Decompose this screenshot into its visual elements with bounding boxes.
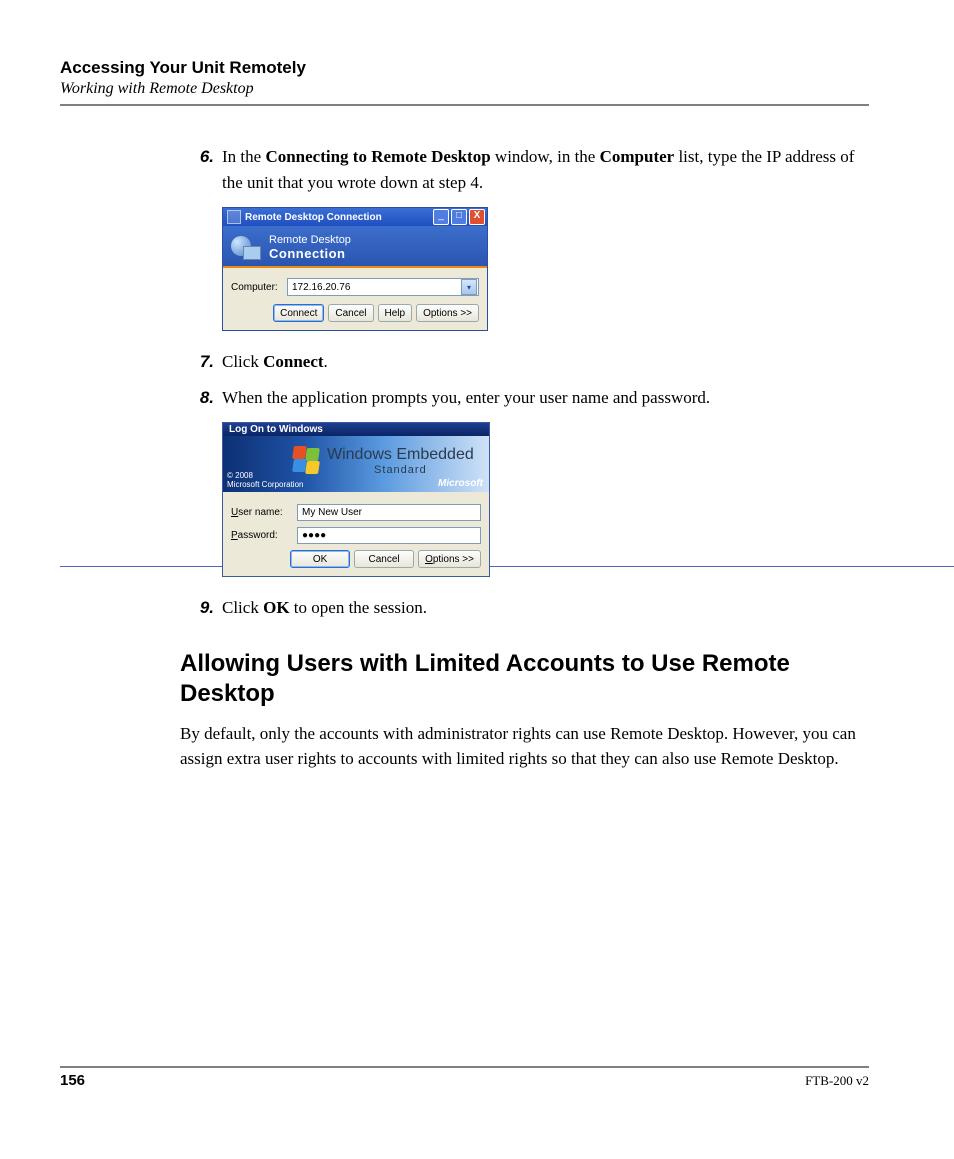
rdc-button-row: Connect Cancel Help Options >>: [231, 304, 479, 322]
bold-text: Computer: [600, 147, 675, 166]
step-9: 9. Click OK to open the session.: [180, 595, 869, 621]
close-button[interactable]: X: [469, 209, 485, 225]
connect-button[interactable]: Connect: [273, 304, 324, 322]
step-8: 8. When the application prompts you, ent…: [180, 385, 869, 411]
minimize-button[interactable]: _: [433, 209, 449, 225]
options-button[interactable]: Options >>: [418, 550, 481, 568]
rdc-titlebar: Remote Desktop Connection _ □ X: [223, 208, 487, 226]
text: In the: [222, 147, 265, 166]
logon-body: User name: My New User Password: ●●●● OK…: [223, 492, 489, 576]
rdc-banner-icon: [231, 232, 261, 262]
text: Click: [222, 598, 263, 617]
step-6: 6. In the Connecting to Remote Desktop w…: [180, 144, 869, 195]
rdc-body: Computer: 172.16.20.76 ▾ Connect Cancel …: [223, 268, 487, 330]
step-number: 7.: [180, 349, 222, 375]
step-body: In the Connecting to Remote Desktop wind…: [222, 144, 869, 195]
figure-logon: Log On to Windows Windows Embedded Stand…: [180, 422, 869, 577]
logon-window: Log On to Windows Windows Embedded Stand…: [222, 422, 490, 577]
copyright-text: © 2008 Microsoft Corporation: [227, 472, 303, 490]
dropdown-arrow-icon[interactable]: ▾: [461, 279, 477, 295]
rdc-title-text: Remote Desktop Connection: [245, 212, 433, 223]
text: to open the session.: [290, 598, 427, 617]
microsoft-brand: Microsoft: [438, 478, 483, 489]
header-subtitle: Working with Remote Desktop: [60, 80, 869, 98]
password-input[interactable]: ●●●●: [297, 527, 481, 544]
computer-value: 172.16.20.76: [292, 282, 350, 293]
logon-banner: Windows Embedded Standard © 2008 Microso…: [223, 436, 489, 492]
password-row: Password: ●●●●: [231, 527, 481, 544]
page-number: 156: [60, 1072, 85, 1089]
monitor-icon: [243, 246, 261, 260]
window-controls: _ □ X: [433, 209, 485, 225]
bold-text: Connecting to Remote Desktop: [265, 147, 490, 166]
username-row: User name: My New User: [231, 504, 481, 521]
text: Click: [222, 352, 263, 371]
cancel-button[interactable]: Cancel: [328, 304, 373, 322]
username-input[interactable]: My New User: [297, 504, 481, 521]
step-7: 7. Click Connect.: [180, 349, 869, 375]
page-footer: 156 FTB-200 v2: [60, 1066, 869, 1089]
rdc-banner-text: Remote Desktop Connection: [269, 234, 351, 261]
product-line2: Standard: [327, 464, 474, 476]
rdc-banner: Remote Desktop Connection: [223, 226, 487, 268]
footer-rule: [60, 1066, 869, 1068]
windows-flag-icon: [293, 446, 321, 474]
computer-row: Computer: 172.16.20.76 ▾: [231, 278, 479, 296]
copyright-line2: Microsoft Corporation: [227, 481, 303, 490]
bold-text: OK: [263, 598, 289, 617]
text: .: [324, 352, 328, 371]
page-header: Accessing Your Unit Remotely Working wit…: [60, 58, 869, 106]
text: window, in the: [491, 147, 600, 166]
section-heading: Allowing Users with Limited Accounts to …: [180, 649, 869, 709]
banner-line1: Remote Desktop: [269, 234, 351, 246]
logon-titlebar: Log On to Windows: [223, 423, 489, 436]
banner-line2: Connection: [269, 246, 351, 261]
step-number: 6.: [180, 144, 222, 195]
step-number: 8.: [180, 385, 222, 411]
options-button[interactable]: Options >>: [416, 304, 479, 322]
rdc-window: Remote Desktop Connection _ □ X Remote D…: [222, 207, 488, 331]
password-label: Password:: [231, 530, 291, 541]
step-number: 9.: [180, 595, 222, 621]
header-rule: [60, 104, 869, 106]
rdc-app-icon: [227, 210, 241, 224]
header-title: Accessing Your Unit Remotely: [60, 58, 869, 78]
logon-button-row: OK Cancel Options >>: [231, 550, 481, 568]
product-line1: Windows Embedded: [327, 446, 474, 464]
step-body: Click Connect.: [222, 349, 869, 375]
bold-text: Connect: [263, 352, 323, 371]
guide-line: [60, 566, 954, 567]
cancel-button[interactable]: Cancel: [354, 550, 414, 568]
computer-combobox[interactable]: 172.16.20.76 ▾: [287, 278, 479, 296]
figure-rdc: Remote Desktop Connection _ □ X Remote D…: [180, 207, 869, 331]
product-name: Windows Embedded Standard: [327, 446, 474, 476]
maximize-button[interactable]: □: [451, 209, 467, 225]
ok-button[interactable]: OK: [290, 550, 350, 568]
content-area: 6. In the Connecting to Remote Desktop w…: [60, 114, 869, 772]
username-label: User name:: [231, 507, 291, 518]
help-button[interactable]: Help: [378, 304, 413, 322]
model-id: FTB-200 v2: [805, 1073, 869, 1089]
step-body: When the application prompts you, enter …: [222, 385, 869, 411]
section-paragraph: By default, only the accounts with admin…: [180, 721, 869, 772]
computer-label: Computer:: [231, 282, 279, 293]
step-body: Click OK to open the session.: [222, 595, 869, 621]
